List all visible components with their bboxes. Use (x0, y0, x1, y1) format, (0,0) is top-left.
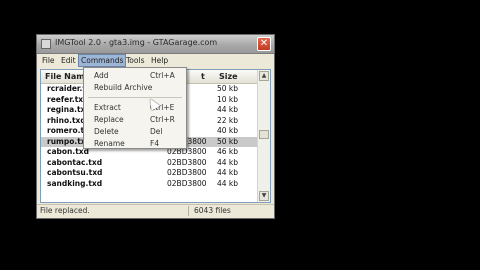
menu-file[interactable]: File (40, 55, 57, 66)
menu-item-label: Rebuild Archive (94, 83, 153, 92)
scroll-down-icon[interactable]: ▼ (259, 191, 269, 201)
menu-item-shortcut: F4 (150, 139, 160, 148)
file-name-cell: cabontsu.txd (47, 168, 103, 177)
menu-item-delete[interactable]: Delete Del (84, 126, 186, 137)
size-cell: 44 kb (217, 157, 239, 167)
size-cell: 44 kb (217, 105, 239, 114)
file-name-cell: sandking.txd (47, 178, 103, 188)
size-cell: 40 kb (217, 126, 239, 135)
menu-item-rename[interactable]: Rename F4 (84, 138, 186, 149)
menu-item-shortcut: Ctrl+A (150, 71, 175, 80)
menu-help[interactable]: Help (149, 55, 170, 66)
title-bar[interactable]: IMGTool 2.0 - gta3.img - GTAGarage.com ✕ (37, 35, 274, 54)
commands-menu: Add Ctrl+A Rebuild Archive Extract Ctrl+E Rep… (83, 67, 187, 149)
menu-separator (88, 97, 182, 98)
file-name-cell: cabontac.txd (47, 157, 103, 167)
menu-item-replace[interactable]: Replace Ctrl+R (84, 114, 186, 125)
menu-commands[interactable]: Commands (77, 54, 127, 67)
size-cell: 46 kb (217, 147, 239, 156)
size-cell: 10 kb (217, 94, 239, 104)
offset-cell: 02BD3800 (167, 157, 207, 167)
status-bar: File replaced. 6043 files (37, 204, 274, 218)
status-divider (188, 206, 189, 216)
table-row[interactable]: cabontsu.txd 02BD3800 44 kb (41, 168, 259, 179)
size-cell: 44 kb (217, 168, 239, 177)
column-header-offset[interactable]: t (201, 71, 205, 82)
status-message: File replaced. (40, 206, 90, 215)
close-button[interactable]: ✕ (257, 37, 271, 51)
table-row[interactable]: sandking.txd 02BD3800 44 kb (41, 179, 259, 190)
status-file-count: 6043 files (194, 206, 231, 215)
offset-cell: 02BD3800 (167, 178, 207, 188)
menu-item-label: Extract (94, 103, 121, 112)
size-cell: 50 kb (217, 84, 239, 93)
window-title: IMGTool 2.0 - gta3.img - GTAGarage.com (55, 38, 218, 47)
menu-item-label: Replace (94, 115, 124, 124)
column-header-size[interactable]: Size (219, 71, 238, 82)
menu-item-label: Rename (94, 139, 125, 148)
menu-bar: File Edit Commands Tools Help (37, 54, 274, 67)
offset-cell: 02BD3800 (167, 168, 207, 177)
menu-tools[interactable]: Tools (124, 55, 146, 66)
scroll-thumb[interactable] (259, 130, 269, 139)
size-cell: 50 kb (217, 136, 239, 146)
menu-edit[interactable]: Edit (59, 55, 78, 66)
size-cell: 44 kb (217, 178, 239, 188)
imgtool-window: IMGTool 2.0 - gta3.img - GTAGarage.com ✕… (36, 34, 275, 219)
table-row[interactable]: cabontac.txd 02BD3800 44 kb (41, 158, 259, 169)
size-cell: 22 kb (217, 115, 239, 125)
menu-item-rebuild-archive[interactable]: Rebuild Archive (84, 82, 186, 93)
scroll-up-icon[interactable]: ▲ (259, 71, 269, 81)
menu-item-extract[interactable]: Extract Ctrl+E (84, 102, 186, 113)
menu-item-shortcut: Ctrl+R (150, 115, 175, 124)
menu-item-add[interactable]: Add Ctrl+A (84, 70, 186, 81)
menu-item-label: Add (94, 71, 109, 80)
menu-item-shortcut: Del (150, 127, 163, 136)
menu-item-label: Delete (94, 127, 119, 136)
app-icon (41, 39, 51, 49)
vertical-scrollbar[interactable]: ▲ ▼ (257, 70, 270, 202)
